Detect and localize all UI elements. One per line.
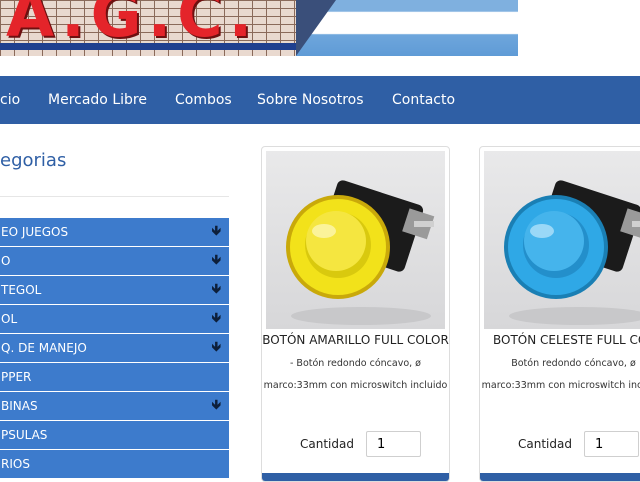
category-item[interactable]: PPER bbox=[0, 363, 229, 391]
category-item[interactable]: OL 🡻 bbox=[0, 305, 229, 333]
product-image[interactable] bbox=[484, 151, 640, 329]
flag-shadow bbox=[296, 0, 336, 56]
product-desc-line: - Botón redondo cóncavo, ø bbox=[289, 358, 421, 369]
quantity-input[interactable] bbox=[366, 431, 421, 457]
product-card: BOTÓN CELESTE FULL COL Botón redondo cón… bbox=[479, 146, 640, 482]
product-title[interactable]: BOTÓN AMARILLO FULL COLOR bbox=[262, 333, 449, 347]
category-label: Q. DE MANEJO bbox=[1, 341, 87, 355]
category-item[interactable]: PSULAS bbox=[0, 421, 229, 449]
product-title[interactable]: BOTÓN CELESTE FULL COL bbox=[480, 333, 640, 347]
category-list: EO JUEGOS 🡻 O 🡻 TEGOL 🡻 OL 🡻 Q. DE MANEJO 🡻 P… bbox=[0, 218, 229, 479]
product-desc-line: Botón redondo cóncavo, ø bbox=[511, 358, 636, 369]
quantity-label: Cantidad bbox=[300, 437, 354, 451]
quantity-label: Cantidad bbox=[518, 437, 572, 451]
category-item[interactable]: O 🡻 bbox=[0, 247, 229, 275]
product-card: BOTÓN AMARILLO FULL COLOR - Botón redond… bbox=[261, 146, 450, 482]
category-label: BINAS bbox=[1, 399, 38, 413]
category-label: PSULAS bbox=[1, 428, 48, 442]
category-item[interactable]: RIOS bbox=[0, 450, 229, 478]
site-logo[interactable]: A.G.C. bbox=[6, 0, 258, 51]
nav-item-contacto[interactable]: Contacto bbox=[392, 76, 455, 124]
arrow-down-icon[interactable]: 🡻 bbox=[212, 392, 221, 420]
category-item[interactable]: BINAS 🡻 bbox=[0, 392, 229, 420]
nav-item-combos[interactable]: Combos bbox=[175, 76, 232, 124]
category-label: RIOS bbox=[1, 457, 30, 471]
header-banner: A.G.C. bbox=[0, 0, 518, 56]
product-image[interactable] bbox=[266, 151, 445, 329]
product-desc-line: marco:33mm con microswitch incluido bbox=[263, 380, 448, 391]
category-item[interactable]: TEGOL 🡻 bbox=[0, 276, 229, 304]
arrow-down-icon[interactable]: 🡻 bbox=[212, 305, 221, 333]
yellow-arcade-button-image bbox=[286, 180, 435, 325]
category-label: OL bbox=[1, 312, 18, 326]
blue-arcade-button-image bbox=[504, 180, 640, 325]
arrow-down-icon[interactable]: 🡻 bbox=[212, 276, 221, 304]
product-desc-line: marco:33mm con microswitch incluido bbox=[481, 380, 640, 391]
categories-heading: egorias bbox=[0, 150, 67, 171]
nav-item-sobre-nosotros[interactable]: Sobre Nosotros bbox=[257, 76, 364, 124]
nav-item-inicio[interactable]: cio bbox=[0, 76, 20, 124]
category-label: TEGOL bbox=[1, 283, 42, 297]
category-item[interactable]: EO JUEGOS 🡻 bbox=[0, 218, 229, 246]
arrow-down-icon[interactable]: 🡻 bbox=[212, 334, 221, 362]
arrow-down-icon[interactable]: 🡻 bbox=[212, 218, 221, 246]
category-label: PPER bbox=[1, 370, 32, 384]
main-nav: cio Mercado Libre Combos Sobre Nosotros … bbox=[0, 76, 640, 124]
category-label: EO JUEGOS bbox=[1, 225, 69, 239]
arrow-down-icon[interactable]: 🡻 bbox=[212, 247, 221, 275]
categories-divider bbox=[0, 196, 229, 197]
category-item[interactable]: Q. DE MANEJO 🡻 bbox=[0, 334, 229, 362]
nav-item-mercado-libre[interactable]: Mercado Libre bbox=[48, 76, 147, 124]
product-description: - Botón redondo cóncavo, ø marco:33mm co… bbox=[262, 353, 449, 397]
category-label: O bbox=[1, 254, 11, 268]
quantity-input[interactable] bbox=[584, 431, 639, 457]
product-description: Botón redondo cóncavo, ø marco:33mm con … bbox=[480, 353, 640, 397]
